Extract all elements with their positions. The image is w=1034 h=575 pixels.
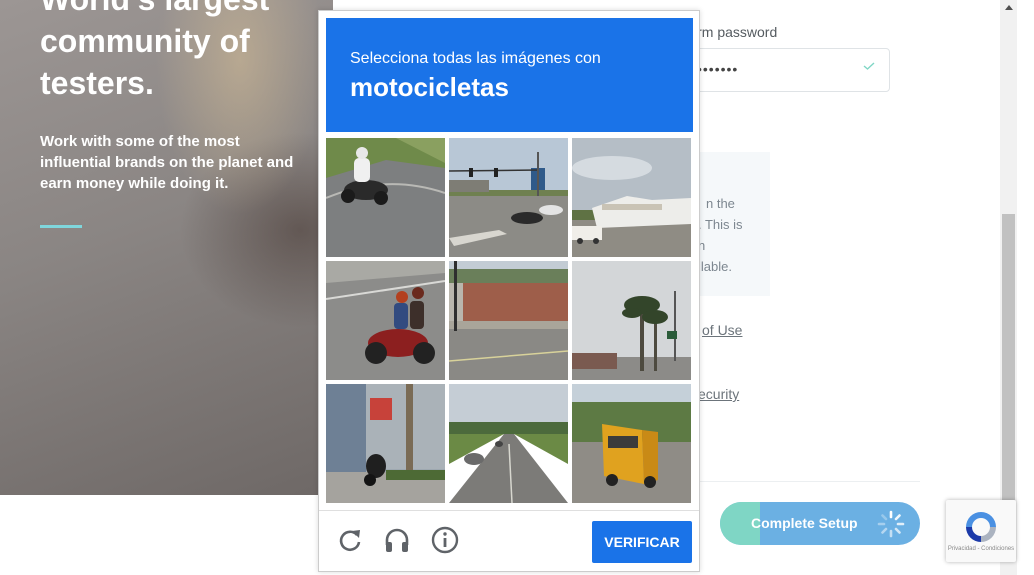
hero-title-line: World's largest — [40, 0, 333, 20]
info-text: n the — [706, 196, 735, 211]
hero-accent-line — [40, 225, 82, 228]
recaptcha-terms[interactable]: Privacidad - Condiciones — [946, 546, 1016, 552]
page-scrollbar[interactable] — [1000, 0, 1017, 575]
captcha-tile-highway[interactable] — [449, 384, 568, 503]
captcha-tile-rv-park[interactable] — [572, 138, 691, 257]
captcha-challenge-dialog: Selecciona todas las imágenes con motoci… — [318, 10, 700, 572]
reload-icon[interactable] — [335, 525, 365, 555]
captcha-tile-parked-scooter[interactable] — [326, 384, 445, 503]
scrollbar-thumb[interactable] — [1002, 214, 1015, 504]
captcha-tile-motorcycle-couple[interactable] — [326, 261, 445, 380]
scroll-up-arrow-icon[interactable] — [1005, 5, 1013, 10]
captcha-tile-brick-building[interactable] — [449, 261, 568, 380]
complete-setup-label: Complete Setup — [751, 515, 858, 531]
confirm-password-label: irm password — [694, 24, 778, 40]
captcha-tile-motorcycle-rider[interactable] — [326, 138, 445, 257]
hero-title: World's largest community of testers. — [40, 0, 333, 104]
captcha-tile-palm-trees[interactable] — [572, 261, 691, 380]
headphones-icon[interactable] — [382, 525, 412, 555]
loading-spinner-icon — [877, 510, 905, 538]
hero-subtitle: Work with some of the most influential b… — [40, 133, 294, 192]
terms-of-use-link[interactable]: of Use — [702, 322, 742, 338]
captcha-header: Selecciona todas las imágenes con motoci… — [326, 18, 693, 132]
info-text: ilable. — [698, 259, 732, 274]
confirm-password-field[interactable]: ••••••• — [680, 48, 890, 92]
verify-button[interactable]: VERIFICAR — [592, 521, 692, 563]
recaptcha-badge[interactable]: Privacidad - Condiciones — [946, 500, 1016, 562]
complete-setup-button[interactable]: Complete Setup — [720, 502, 920, 545]
check-icon — [863, 62, 875, 70]
info-icon[interactable] — [430, 525, 460, 555]
captcha-divider — [319, 510, 699, 511]
hero-title-line: community of — [40, 23, 250, 59]
recaptcha-logo-icon — [966, 512, 996, 542]
hero-panel: World's largest community of testers. Wo… — [0, 0, 333, 495]
security-link[interactable]: ecurity — [698, 386, 739, 402]
password-value: ••••••• — [697, 61, 739, 77]
captcha-instruction: Selecciona todas las imágenes con — [350, 50, 601, 67]
captcha-target-object: motocicletas — [350, 72, 509, 102]
captcha-tile-school-bus[interactable] — [572, 384, 691, 503]
info-text: . This is — [698, 217, 743, 232]
divider — [700, 481, 920, 482]
captcha-tile-intersection[interactable] — [449, 138, 568, 257]
hero-title-line: testers. — [40, 65, 154, 101]
